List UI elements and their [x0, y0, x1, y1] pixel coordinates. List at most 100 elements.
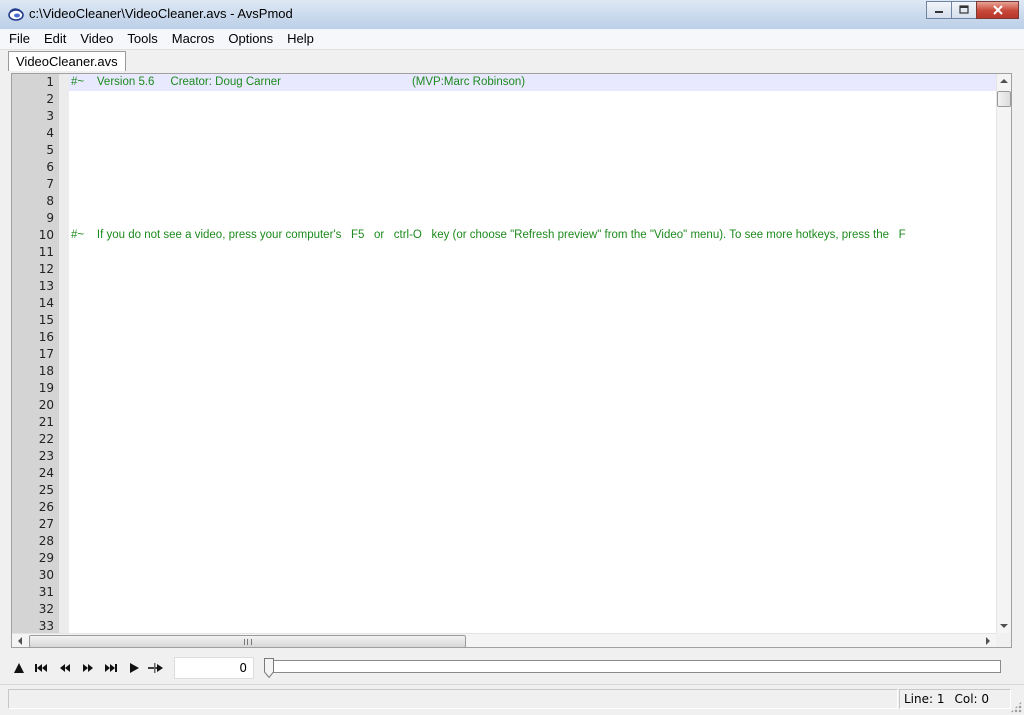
- line-number: 11: [38, 245, 54, 259]
- line-number: 14: [38, 296, 54, 310]
- toggle-preview-button[interactable]: [11, 660, 27, 676]
- code-line[interactable]: [69, 346, 996, 363]
- code-line[interactable]: [69, 261, 996, 278]
- code-line[interactable]: [69, 550, 996, 567]
- line-number: 2: [46, 92, 54, 106]
- vertical-scrollbar[interactable]: [996, 74, 1011, 633]
- line-number: 30: [38, 568, 54, 582]
- code-line[interactable]: [69, 380, 996, 397]
- scroll-right-icon[interactable]: [986, 637, 990, 645]
- script-editor[interactable]: 1 2 3 4 5 6 7 8 9 10 11 12 13 14 15 16 17 18 19 20 21 22 23 24 2…: [11, 73, 1012, 648]
- menu-help[interactable]: Help: [280, 29, 321, 49]
- code-line[interactable]: #~ If you do not see a video, press your…: [69, 227, 996, 244]
- jump-icon: [148, 663, 163, 673]
- frame-slider[interactable]: [266, 660, 1001, 673]
- line-number: 32: [38, 602, 54, 616]
- code-line[interactable]: [69, 91, 996, 108]
- line-number-gutter: 1 2 3 4 5 6 7 8 9 10 11 12 13 14 15 16 17 18 19 20 21 22 23 24 2…: [12, 74, 59, 633]
- next-frame-icon: [83, 664, 93, 672]
- menu-video[interactable]: Video: [73, 29, 120, 49]
- code-line[interactable]: [69, 329, 996, 346]
- code-line[interactable]: [69, 142, 996, 159]
- line-number: 27: [38, 517, 54, 531]
- status-col: Col: 0: [954, 692, 990, 706]
- code-line[interactable]: [69, 363, 996, 380]
- code-line[interactable]: #~ Version 5.6 Creator: Doug Carner (MVP…: [69, 74, 996, 91]
- code-line[interactable]: [69, 567, 996, 584]
- line-number: 22: [38, 432, 54, 446]
- line-number: 6: [46, 160, 54, 174]
- fold-margin[interactable]: [59, 74, 69, 633]
- maximize-button[interactable]: [951, 1, 977, 19]
- last-frame-button[interactable]: [103, 660, 119, 676]
- code-line[interactable]: [69, 516, 996, 533]
- prev-frame-icon: [60, 664, 70, 672]
- line-number: 5: [46, 143, 54, 157]
- code-line[interactable]: [69, 431, 996, 448]
- minimize-icon: [935, 11, 943, 13]
- line-numbers: 1 2 3 4 5 6 7 8 9 10 11 12 13 14 15 16 17 18 19 20 21 22 23 24 2…: [12, 74, 56, 635]
- menu-macros[interactable]: Macros: [165, 29, 222, 49]
- code-line[interactable]: [69, 108, 996, 125]
- resize-grip-icon[interactable]: [1010, 701, 1022, 713]
- code-line[interactable]: [69, 312, 996, 329]
- code-line[interactable]: [69, 414, 996, 431]
- line-number: 12: [38, 262, 54, 276]
- next-frame-button[interactable]: [80, 660, 96, 676]
- line-number: 3: [46, 109, 54, 123]
- last-frame-icon: [105, 664, 117, 672]
- slider-thumb[interactable]: [264, 658, 274, 678]
- menu-options[interactable]: Options: [221, 29, 280, 49]
- code-line[interactable]: [69, 584, 996, 601]
- first-frame-button[interactable]: [33, 660, 49, 676]
- status-message: [8, 689, 898, 709]
- tab-videocleaner[interactable]: VideoCleaner.avs: [8, 51, 126, 71]
- menu-file[interactable]: File: [0, 29, 37, 49]
- scroll-down-icon[interactable]: [1000, 624, 1008, 628]
- code-line[interactable]: [69, 448, 996, 465]
- code-line[interactable]: [69, 176, 996, 193]
- code-line[interactable]: [69, 499, 996, 516]
- scroll-left-icon[interactable]: [18, 637, 22, 645]
- code-area[interactable]: #~ Version 5.6 Creator: Doug Carner (MVP…: [69, 74, 996, 633]
- window-controls: [926, 1, 1019, 19]
- menu-tools[interactable]: Tools: [120, 29, 164, 49]
- frame-number-input[interactable]: 0: [174, 657, 254, 679]
- line-number: 20: [38, 398, 54, 412]
- prev-frame-button[interactable]: [57, 660, 73, 676]
- line-number: 23: [38, 449, 54, 463]
- line-number: 9: [46, 211, 54, 225]
- scroll-corner: [996, 633, 1011, 647]
- code-line[interactable]: [69, 125, 996, 142]
- maximize-icon: [959, 5, 969, 14]
- minimize-button[interactable]: [926, 1, 952, 19]
- code-line[interactable]: [69, 465, 996, 482]
- close-button[interactable]: [976, 1, 1019, 19]
- code-line[interactable]: [69, 533, 996, 550]
- line-number: 29: [38, 551, 54, 565]
- play-button[interactable]: [126, 660, 142, 676]
- code-line[interactable]: [69, 295, 996, 312]
- line-number: 28: [38, 534, 54, 548]
- code-line[interactable]: [69, 397, 996, 414]
- jump-button[interactable]: [148, 660, 164, 676]
- code-line[interactable]: [69, 482, 996, 499]
- code-line[interactable]: [69, 278, 996, 295]
- code-line[interactable]: [69, 244, 996, 261]
- menu-bar: File Edit Video Tools Macros Options Hel…: [0, 29, 1024, 50]
- toggle-preview-icon: [14, 663, 24, 673]
- tab-bar: VideoCleaner.avs: [0, 50, 1024, 71]
- line-number: 31: [38, 585, 54, 599]
- line-number: 13: [38, 279, 54, 293]
- code-line[interactable]: [69, 601, 996, 618]
- vertical-scroll-thumb[interactable]: [997, 91, 1011, 107]
- code-line[interactable]: [69, 210, 996, 227]
- horizontal-scroll-thumb[interactable]: [29, 635, 466, 647]
- line-number: 15: [38, 313, 54, 327]
- horizontal-scrollbar[interactable]: [12, 633, 996, 647]
- menu-edit[interactable]: Edit: [37, 29, 73, 49]
- line-number: 25: [38, 483, 54, 497]
- code-line[interactable]: [69, 159, 996, 176]
- scroll-up-icon[interactable]: [1000, 79, 1008, 83]
- code-line[interactable]: [69, 193, 996, 210]
